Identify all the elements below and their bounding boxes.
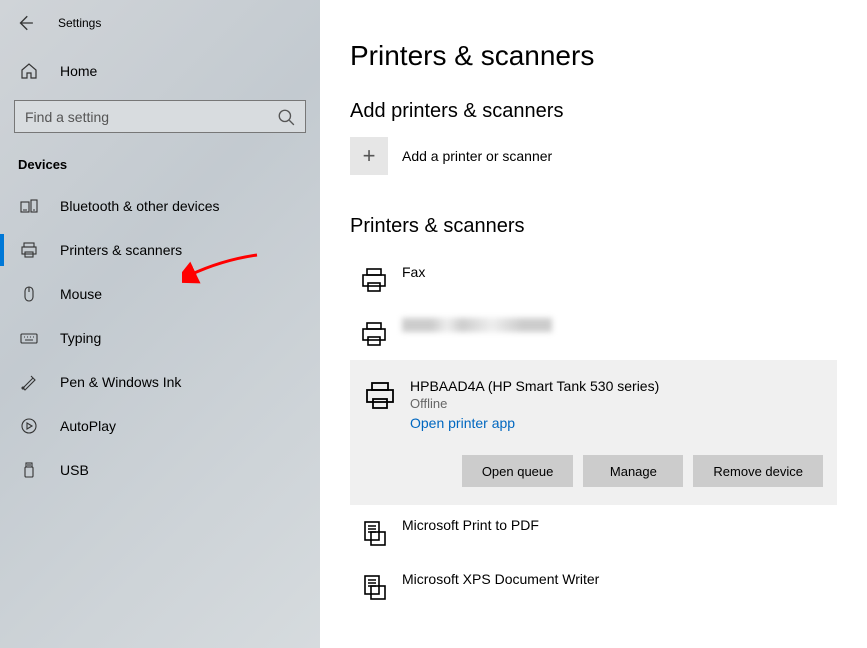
device-name: Microsoft Print to PDF — [402, 517, 539, 533]
document-printer-icon — [360, 573, 388, 601]
device-name: Fax — [402, 264, 425, 280]
sidebar-item-autoplay[interactable]: AutoPlay — [0, 404, 320, 448]
sidebar-section-label: Devices — [0, 151, 320, 184]
device-name: HPBAAD4A (HP Smart Tank 530 series) — [410, 378, 659, 394]
add-printer-row[interactable]: + Add a printer or scanner — [350, 137, 837, 175]
device-name-redacted — [402, 318, 552, 332]
sidebar-header: Settings — [0, 0, 320, 46]
sidebar-item-label: Printers & scanners — [60, 242, 182, 258]
sidebar-home[interactable]: Home — [0, 52, 320, 90]
device-status: Offline — [410, 396, 659, 411]
search-icon — [277, 108, 295, 126]
sidebar-item-label: AutoPlay — [60, 418, 116, 434]
remove-device-button[interactable]: Remove device — [693, 455, 823, 487]
main-content: Printers & scanners Add printers & scann… — [320, 0, 867, 648]
device-row-fax[interactable]: Fax — [350, 252, 837, 306]
printer-icon — [360, 320, 388, 348]
autoplay-icon — [20, 417, 38, 435]
back-arrow-icon[interactable] — [16, 14, 34, 32]
sidebar-item-usb[interactable]: USB — [0, 448, 320, 492]
sidebar-item-typing[interactable]: Typing — [0, 316, 320, 360]
list-section-title: Printers & scanners — [350, 215, 837, 238]
plus-icon: + — [350, 137, 388, 175]
printer-icon — [360, 266, 388, 294]
sidebar-item-label: Pen & Windows Ink — [60, 374, 181, 390]
app-title: Settings — [58, 16, 101, 30]
home-icon — [20, 62, 38, 80]
usb-icon — [20, 461, 38, 479]
open-queue-button[interactable]: Open queue — [462, 455, 574, 487]
sidebar-item-pen[interactable]: Pen & Windows Ink — [0, 360, 320, 404]
sidebar-item-label: USB — [60, 462, 89, 478]
pen-icon — [20, 373, 38, 391]
device-row-hp-selected[interactable]: HPBAAD4A (HP Smart Tank 530 series) Offl… — [350, 360, 837, 505]
printer-icon — [364, 380, 396, 412]
manage-button[interactable]: Manage — [583, 455, 683, 487]
search-input[interactable] — [25, 109, 277, 125]
sidebar-item-mouse[interactable]: Mouse — [0, 272, 320, 316]
device-name: Microsoft XPS Document Writer — [402, 571, 599, 587]
device-action-buttons: Open queue Manage Remove device — [364, 455, 823, 487]
sidebar: Settings Home Devices Bluetooth & other … — [0, 0, 320, 648]
mouse-icon — [20, 285, 38, 303]
keyboard-icon — [20, 329, 38, 347]
sidebar-item-label: Bluetooth & other devices — [60, 198, 220, 214]
device-row-xps-writer[interactable]: Microsoft XPS Document Writer — [350, 559, 837, 613]
open-printer-app-link[interactable]: Open printer app — [410, 415, 659, 431]
search-box[interactable] — [14, 100, 306, 133]
add-section-title: Add printers & scanners — [350, 100, 837, 123]
printer-icon — [20, 241, 38, 259]
sidebar-home-label: Home — [60, 63, 97, 79]
add-printer-label: Add a printer or scanner — [402, 148, 552, 164]
devices-icon — [20, 197, 38, 215]
device-row-redacted[interactable] — [350, 306, 837, 360]
sidebar-item-printers[interactable]: Printers & scanners — [0, 228, 320, 272]
sidebar-item-bluetooth[interactable]: Bluetooth & other devices — [0, 184, 320, 228]
page-title: Printers & scanners — [350, 40, 837, 72]
device-row-print-to-pdf[interactable]: Microsoft Print to PDF — [350, 505, 837, 559]
sidebar-item-label: Mouse — [60, 286, 102, 302]
document-printer-icon — [360, 519, 388, 547]
sidebar-item-label: Typing — [60, 330, 101, 346]
